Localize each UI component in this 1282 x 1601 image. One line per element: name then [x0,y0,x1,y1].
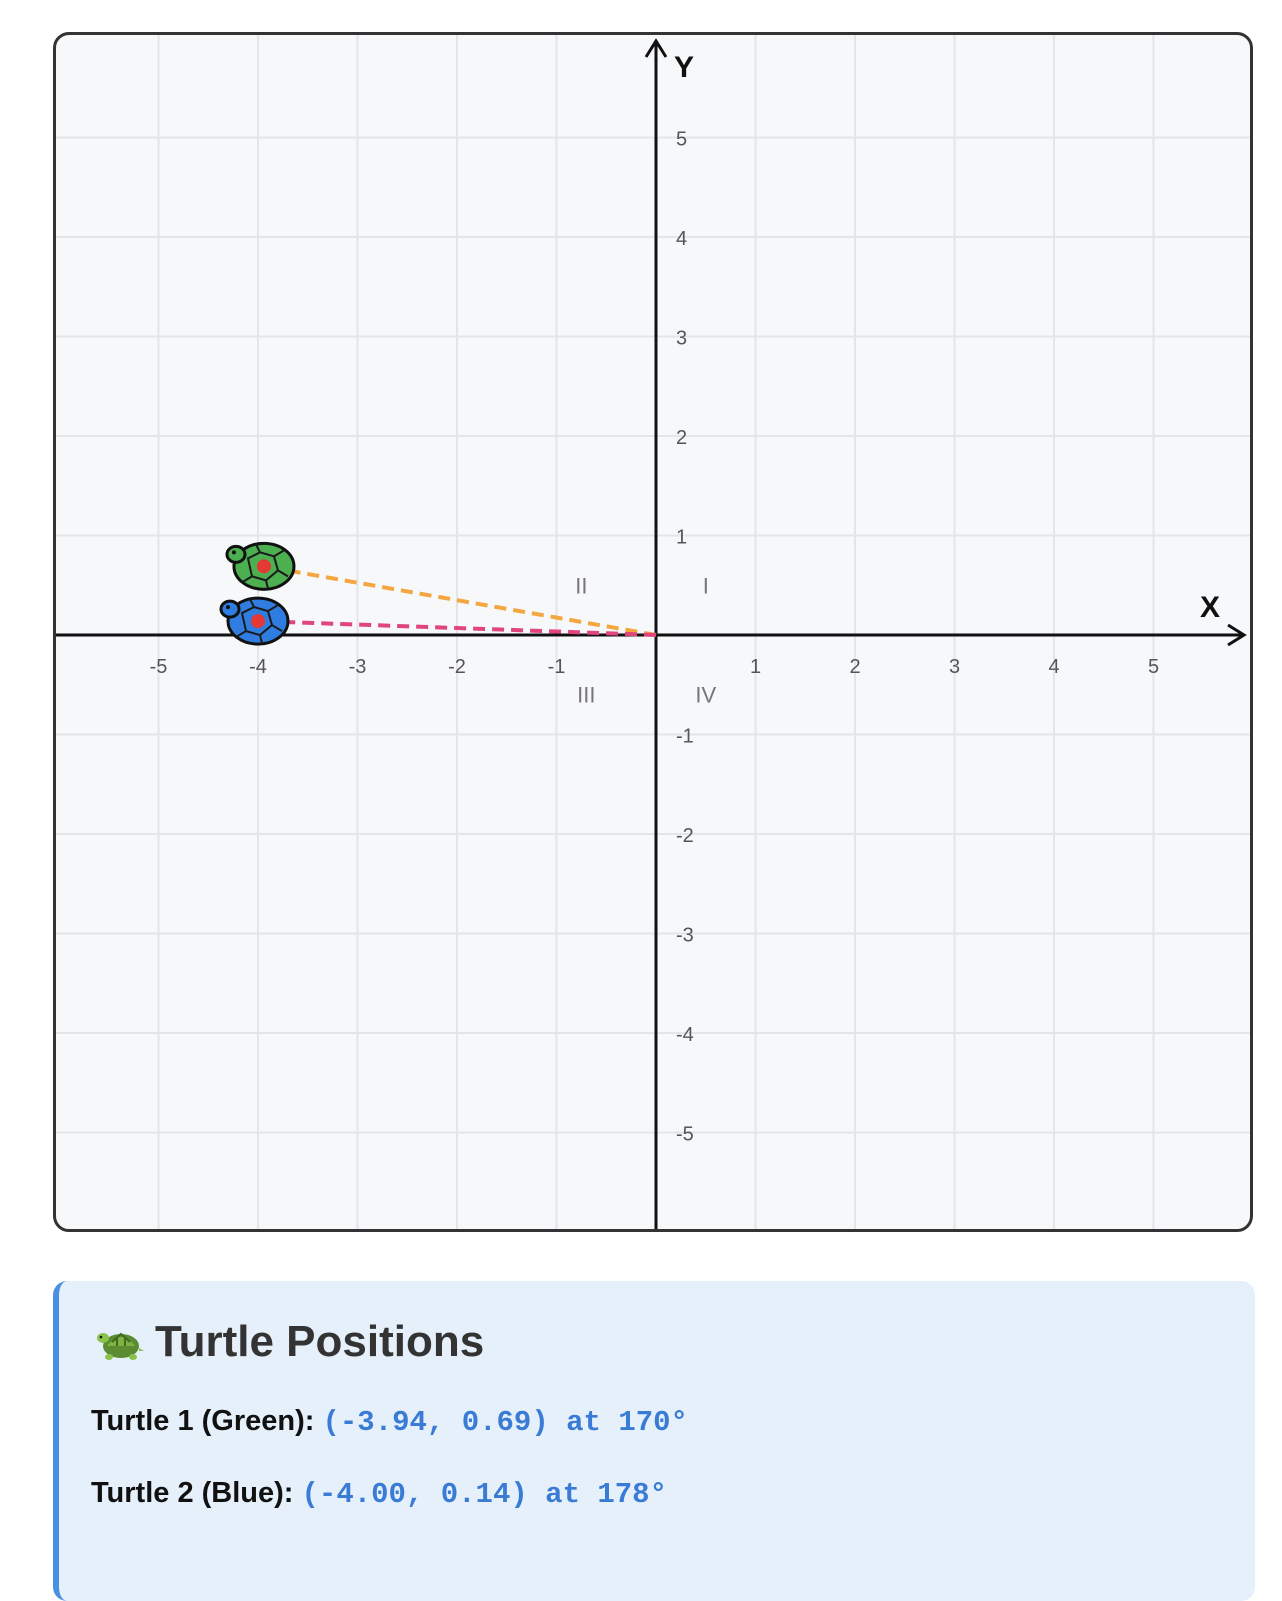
panel-title: Turtle Positions [95,1317,484,1367]
y-tick-label: -5 [676,1124,694,1146]
turtle-positions-panel: Turtle Positions Turtle 1 (Green): (-3.9… [53,1281,1255,1601]
turtle-eye [226,605,230,610]
axis-labels: -5 -4 -3 -2 -1 1 2 3 4 5 5 4 3 2 1 -1 -2 -3 -4 -5 X Y [150,51,1220,1146]
coordinate-plane: -5 -4 -3 -2 -1 1 2 3 4 554321-1-2-3-4-5XY IIIIII I… [56,35,1250,1229]
turtle-center-dot [251,614,265,629]
quadrant-label: II [575,573,587,598]
x-tick-label: -1 [548,656,566,678]
turtle2-position: Turtle 2 (Blue): (-4.00, 0.14) at 178° [91,1477,667,1511]
turtle-head [219,599,241,619]
y-tick-label: -1 [676,726,694,748]
y-tick-label: 1 [676,527,687,549]
quadrant-label: III [577,683,595,708]
x-tick-label: -2 [448,656,466,678]
x-tick-label: 1 [750,656,761,678]
quadrant-labels: IIIIII IV [575,573,716,707]
panel-title-text: Turtle Positions [155,1317,485,1366]
y-tick-label: 5 [676,129,687,151]
turtle-center-dot [256,559,271,574]
turtle-green-icon [225,541,296,591]
y-tick-label: 4 [676,228,687,250]
y-tick-label: 3 [676,328,687,350]
y-tick-label: -3 [676,925,694,947]
turtle-head [225,544,247,564]
turtle-eye [231,550,236,555]
quadrant-label: IV [695,683,716,708]
coordinate-plane-card: -5 -4 -3 -2 -1 1 2 3 4 5 5 4 3 2 1 -1 -2 -3 -4 -5 X Y I II III I… [53,32,1253,1232]
turtle-icon [95,1320,145,1364]
turtle-blue-icon [219,596,290,646]
x-tick-label: 2 [849,656,860,678]
x-tick-label: 5 [1148,656,1159,678]
turtle1-label: Turtle 1 (Green): [91,1405,315,1437]
turtle2-label: Turtle 2 (Blue): [91,1477,294,1509]
x-tick-label: 3 [949,656,960,678]
x-tick-label: -5 [150,656,168,678]
turtle1-value: (-3.94, 0.69) at 170° [322,1406,688,1439]
y-tick-label: -4 [676,1024,694,1046]
turtle2-value: (-4.00, 0.14) at 178° [301,1478,667,1511]
y-tick-label: 2 [676,427,687,449]
x-axis-title: X [1200,591,1220,624]
y-axis-title: Y [674,51,694,84]
x-tick-label: 4 [1048,656,1059,678]
quadrant-label: I [703,573,709,598]
y-tick-label: -2 [676,825,694,847]
turtle1-position: Turtle 1 (Green): (-3.94, 0.69) at 170° [91,1405,688,1439]
x-tick-label: -4 [249,656,267,678]
x-tick-label: -3 [349,656,367,678]
